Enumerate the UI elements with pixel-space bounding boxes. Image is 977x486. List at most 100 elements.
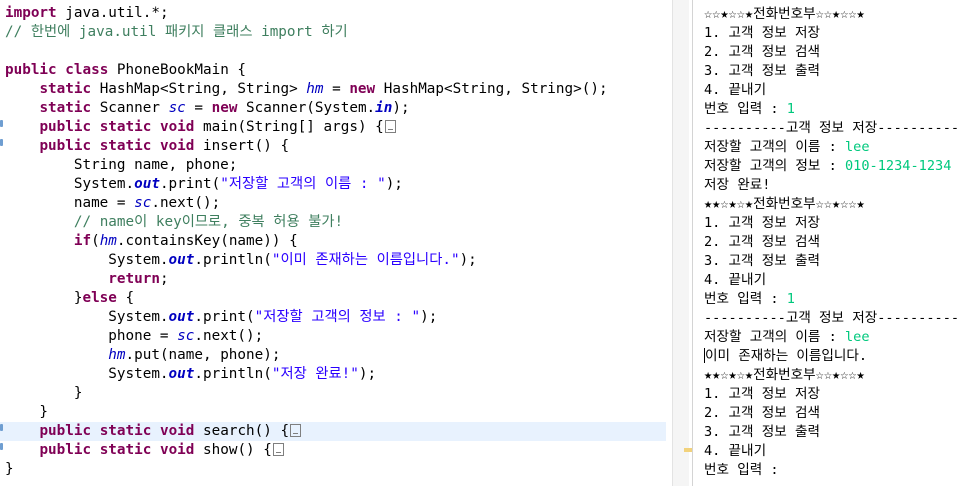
code-token: hm bbox=[306, 81, 324, 97]
code-token: insert() { bbox=[194, 138, 290, 154]
code-token: void bbox=[159, 423, 195, 439]
code-token: Scanner(System. bbox=[237, 100, 376, 116]
code-editor[interactable]: import java.util.*;// 한번에 java.util 패키지 … bbox=[0, 0, 670, 486]
pane-divider[interactable] bbox=[692, 0, 693, 486]
collapsed-code-icon[interactable] bbox=[384, 120, 396, 133]
code-line[interactable] bbox=[0, 42, 666, 61]
override-marker-icon[interactable] bbox=[0, 443, 3, 450]
code-line[interactable]: // 한번에 java.util 패키지 클래스 import 하기 bbox=[0, 23, 666, 42]
code-token: 이미 존재하는 이름입니다. bbox=[705, 348, 868, 364]
overview-ruler-marker[interactable] bbox=[684, 448, 692, 452]
code-line[interactable]: name = sc.next(); bbox=[0, 194, 666, 213]
code-line[interactable]: public class PhoneBookMain { bbox=[0, 61, 666, 80]
code-token: ----------고객 정보 저장---------- bbox=[704, 120, 960, 136]
code-line[interactable]: public static void insert() { bbox=[0, 137, 666, 156]
code-line[interactable]: System.out.print("저장할 고객의 이름 : "); bbox=[0, 175, 666, 194]
override-marker-icon[interactable] bbox=[0, 424, 3, 431]
code-token: // name이 key이므로, 중복 허용 불가! bbox=[73, 214, 344, 230]
code-token: } bbox=[5, 290, 83, 306]
code-token: 1. 고객 정보 저장 bbox=[704, 215, 820, 231]
code-line[interactable]: hm.put(name, phone); bbox=[0, 346, 666, 365]
code-token: out bbox=[168, 252, 195, 268]
code-line[interactable]: public static void main(String[] args) { bbox=[0, 118, 666, 137]
console-line: 2. 고객 정보 검색 bbox=[704, 233, 820, 252]
code-token: return bbox=[108, 271, 160, 287]
code-token: "저장할 고객의 정보 : " bbox=[254, 309, 421, 325]
code-token: .println( bbox=[194, 366, 272, 382]
code-line[interactable]: return; bbox=[0, 270, 666, 289]
code-line[interactable]: import java.util.*; bbox=[0, 4, 666, 23]
code-token: void bbox=[159, 442, 195, 458]
code-token: name = bbox=[5, 195, 135, 211]
code-token: ; bbox=[159, 271, 169, 287]
code-line[interactable]: static Scanner sc = new Scanner(System.i… bbox=[0, 99, 666, 118]
code-token: 2. 고객 정보 검색 bbox=[704, 234, 820, 250]
editor-vertical-scrollbar[interactable] bbox=[672, 0, 689, 486]
code-token: .put(name, phone); bbox=[125, 347, 281, 363]
code-token: 번호 입력 : bbox=[704, 462, 787, 478]
code-token: // 한번에 java.util 패키지 클래스 import 하기 bbox=[5, 24, 348, 40]
code-token: public bbox=[39, 423, 92, 439]
code-line[interactable]: phone = sc.next(); bbox=[0, 327, 666, 346]
code-line[interactable]: } bbox=[0, 403, 666, 422]
code-token: } bbox=[5, 461, 14, 477]
code-line[interactable]: System.out.print("저장할 고객의 정보 : "); bbox=[0, 308, 666, 327]
console-user-input: 010-1234-1234 bbox=[844, 158, 952, 174]
code-token: sc bbox=[168, 100, 186, 116]
code-line[interactable]: String name, phone; bbox=[0, 156, 666, 175]
code-line[interactable]: } bbox=[0, 460, 666, 479]
code-token: new bbox=[349, 81, 376, 97]
code-token: static bbox=[99, 423, 152, 439]
console-line: 저장 완료! bbox=[704, 176, 770, 195]
code-line[interactable]: System.out.println("저장 완료!"); bbox=[0, 365, 666, 384]
code-token: out bbox=[168, 309, 195, 325]
code-token: { bbox=[116, 290, 135, 306]
console-line: 4. 끝내기 bbox=[704, 81, 766, 100]
code-line[interactable]: static HashMap<String, String> hm = new … bbox=[0, 80, 666, 99]
code-token: System. bbox=[5, 366, 169, 382]
code-line[interactable]: public static void show() { bbox=[0, 441, 666, 460]
code-token: 1. 고객 정보 저장 bbox=[704, 25, 820, 41]
code-token: sc bbox=[134, 195, 152, 211]
code-token: .next(); bbox=[194, 328, 264, 344]
code-token: sc bbox=[177, 328, 195, 344]
code-token: HashMap<String, String> bbox=[91, 81, 307, 97]
collapsed-code-icon[interactable] bbox=[290, 424, 302, 437]
override-marker-icon[interactable] bbox=[0, 139, 3, 146]
code-token: .print( bbox=[194, 309, 255, 325]
code-token: "이미 존재하는 이름입니다." bbox=[271, 252, 460, 268]
code-line[interactable]: System.out.println("이미 존재하는 이름입니다."); bbox=[0, 251, 666, 270]
code-token: new bbox=[211, 100, 238, 116]
code-token: HashMap<String, String>(); bbox=[375, 81, 608, 97]
code-line[interactable]: if(hm.containsKey(name)) { bbox=[0, 232, 666, 251]
code-line[interactable]: // name이 key이므로, 중복 허용 불가! bbox=[0, 213, 666, 232]
console-view[interactable]: ☆☆★☆☆★전화번호부☆☆★☆☆★ 1. 고객 정보 저장 2. 고객 정보 검색 3… bbox=[700, 0, 977, 486]
code-token: public bbox=[39, 442, 92, 458]
code-token: } bbox=[5, 385, 83, 401]
code-token: hm bbox=[99, 233, 117, 249]
code-line[interactable]: public static void search() { bbox=[0, 422, 666, 441]
code-line[interactable]: }else { bbox=[0, 289, 666, 308]
code-token: ); bbox=[392, 100, 410, 116]
code-token: } bbox=[5, 404, 49, 420]
code-token: ( bbox=[91, 233, 100, 249]
code-token: ★★☆★☆★전화번호부☆☆★☆☆★ bbox=[704, 367, 865, 383]
code-token: phone = bbox=[5, 328, 178, 344]
code-token: public bbox=[39, 119, 92, 135]
console-line: 저장할 고객의 이름 : lee bbox=[704, 328, 870, 347]
override-marker-icon[interactable] bbox=[0, 120, 3, 127]
collapsed-code-icon[interactable] bbox=[272, 443, 284, 456]
code-line[interactable]: } bbox=[0, 384, 666, 403]
console-line: 이미 존재하는 이름입니다. bbox=[704, 347, 867, 366]
code-token: static bbox=[99, 442, 152, 458]
code-token: PhoneBookMain { bbox=[108, 62, 247, 78]
code-token: in bbox=[375, 100, 393, 116]
